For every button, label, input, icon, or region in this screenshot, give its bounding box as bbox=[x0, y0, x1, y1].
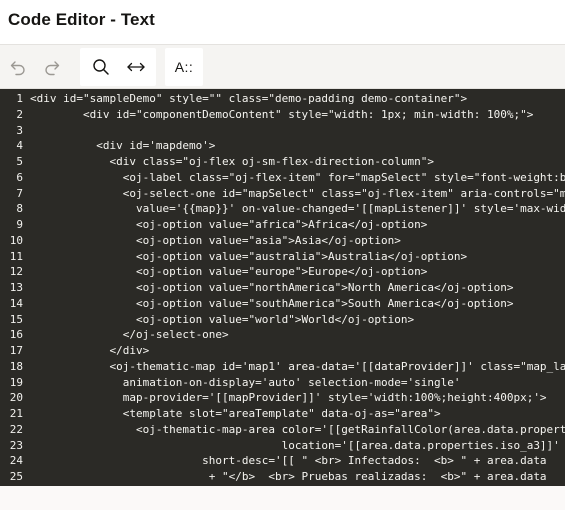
code-line: 10 <oj-option value="asia">Asia</oj-opti… bbox=[0, 233, 565, 249]
line-number: 23 bbox=[9, 438, 23, 452]
line-number: 9 bbox=[16, 218, 23, 231]
code-line: 12 <oj-option value="europe">Europe</oj-… bbox=[0, 264, 565, 280]
line-number: 20 bbox=[9, 391, 23, 405]
code-line: 22 <oj-thematic-map-area color='[[getRai… bbox=[0, 422, 565, 438]
code-line: 9 <oj-option value="africa">Africa</oj-o… bbox=[0, 217, 565, 233]
code-line: 13 <oj-option value="northAmerica">North… bbox=[0, 280, 565, 296]
undo-icon bbox=[8, 57, 28, 77]
code-text: <oj-option value="africa">Africa</oj-opt… bbox=[30, 218, 428, 231]
code-line: 6 <oj-label class="oj-flex-item" for="ma… bbox=[0, 170, 565, 186]
code-text: location='[[area.data.properties.iso_a3]… bbox=[30, 438, 560, 452]
line-number: 16 bbox=[9, 328, 23, 342]
code-editor[interactable]: 1 <div id="sampleDemo" style="" class="de… bbox=[0, 89, 565, 486]
code-text: </div> bbox=[30, 344, 150, 357]
code-text: <oj-option value="world">World</oj-optio… bbox=[30, 312, 415, 326]
line-number: 12 bbox=[9, 265, 23, 279]
line-number: 4 bbox=[16, 139, 23, 153]
editor-footer bbox=[0, 486, 565, 510]
line-number: 6 bbox=[16, 170, 23, 184]
code-text: short-desc='[[ " <br> Infectados: <b> " … bbox=[30, 454, 547, 468]
line-number: 22 bbox=[9, 422, 23, 436]
code-text: <div id='mapdemo'> bbox=[30, 139, 216, 153]
search-button[interactable] bbox=[84, 51, 118, 83]
code-line: 1 <div id="sampleDemo" style="" class="de… bbox=[0, 91, 565, 107]
line-number: 24 bbox=[9, 454, 23, 468]
line-number: 11 bbox=[9, 249, 23, 263]
font-size-button[interactable]: A:: bbox=[167, 51, 201, 83]
line-number: 13 bbox=[9, 281, 23, 294]
code-line: 17 </div> bbox=[0, 343, 565, 359]
code-line: 11 <oj-option value="australia">Australi… bbox=[0, 249, 565, 265]
code-text: map-provider='[[mapProvider]]' style='wi… bbox=[30, 391, 547, 405]
code-line: 18 <oj-thematic-map id='map1' area-data=… bbox=[0, 359, 565, 375]
line-number: 1 bbox=[16, 92, 23, 105]
code-text: <oj-select-one id="mapSelect" class="oj-… bbox=[30, 186, 565, 200]
line-number: 15 bbox=[9, 312, 23, 326]
redo-icon bbox=[42, 57, 62, 77]
code-text: <oj-option value="northAmerica">North Am… bbox=[30, 281, 514, 294]
line-number: 8 bbox=[16, 202, 23, 216]
code-line: 23 location='[[area.data.properties.iso_… bbox=[0, 438, 565, 454]
code-line: 8 value='{{map}}' on-value-changed='[[ma… bbox=[0, 201, 565, 217]
code-text: <oj-option value="europe">Europe</oj-opt… bbox=[30, 265, 428, 279]
code-line: 4 <div id='mapdemo'> bbox=[0, 138, 565, 154]
code-text: <oj-option value="southAmerica">South Am… bbox=[30, 296, 514, 310]
wrap-button[interactable] bbox=[119, 51, 153, 83]
code-line: 7 <oj-select-one id="mapSelect" class="o… bbox=[0, 186, 565, 202]
code-text: animation-on-display='auto' selection-mo… bbox=[30, 375, 461, 389]
line-number: 18 bbox=[9, 359, 23, 373]
code-line: 20 map-provider='[[mapProvider]]' style=… bbox=[0, 390, 565, 406]
code-line: 14 <oj-option value="southAmerica">South… bbox=[0, 296, 565, 312]
code-line: 3 bbox=[0, 123, 565, 139]
code-text: <oj-thematic-map-area color='[[getRainfa… bbox=[30, 422, 565, 436]
line-number: 19 bbox=[9, 375, 23, 389]
code-line: 16 </oj-select-one> bbox=[0, 327, 565, 343]
undo-button[interactable] bbox=[1, 51, 35, 83]
line-number: 5 bbox=[16, 155, 23, 168]
page-title: Code Editor - Text bbox=[8, 10, 155, 29]
code-text: <oj-option value="australia">Australia</… bbox=[30, 249, 468, 263]
line-number: 25 bbox=[9, 470, 23, 483]
code-line: 24 short-desc='[[ " <br> Infectados: <b>… bbox=[0, 453, 565, 469]
line-number: 3 bbox=[16, 123, 23, 137]
code-text: <div id="sampleDemo" style="" class="dem… bbox=[30, 92, 468, 105]
code-text: value='{{map}}' on-value-changed='[[mapL… bbox=[30, 202, 565, 216]
code-line: 21 <template slot="areaTemplate" data-oj… bbox=[0, 406, 565, 422]
code-text: <template slot="areaTemplate" data-oj-as… bbox=[30, 407, 441, 420]
code-text: + "</b> <br> Pruebas realizadas: <b>" + … bbox=[30, 470, 547, 483]
code-line: 25 + "</b> <br> Pruebas realizadas: <b>"… bbox=[0, 469, 565, 485]
line-number: 21 bbox=[9, 407, 23, 420]
editor-toolbar: A:: bbox=[0, 44, 565, 89]
search-icon bbox=[91, 57, 111, 77]
line-number: 17 bbox=[9, 344, 23, 357]
editor-header: Code Editor - Text bbox=[0, 0, 565, 44]
wrap-icon bbox=[126, 57, 146, 77]
code-text: <oj-thematic-map id='map1' area-data='[[… bbox=[30, 359, 565, 373]
line-number: 10 bbox=[9, 233, 23, 247]
line-number: 14 bbox=[9, 296, 23, 310]
code-text: <oj-option value="asia">Asia</oj-option> bbox=[30, 233, 401, 247]
code-line: 15 <oj-option value="world">World</oj-op… bbox=[0, 312, 565, 328]
code-text: <div id="componentDemoContent" style="wi… bbox=[30, 107, 534, 121]
line-number: 7 bbox=[16, 186, 23, 200]
code-line: 5 <div class="oj-flex oj-sm-flex-directi… bbox=[0, 154, 565, 170]
line-number: 2 bbox=[16, 107, 23, 121]
code-text: <div class="oj-flex oj-sm-flex-direction… bbox=[30, 155, 434, 168]
redo-button[interactable] bbox=[35, 51, 69, 83]
code-text: </oj-select-one> bbox=[30, 328, 229, 342]
code-line: 19 animation-on-display='auto' selection… bbox=[0, 375, 565, 391]
code-line: 2 <div id="componentDemoContent" style="… bbox=[0, 107, 565, 123]
code-text: <oj-label class="oj-flex-item" for="mapS… bbox=[30, 170, 565, 184]
font-size-icon: A:: bbox=[174, 59, 194, 75]
